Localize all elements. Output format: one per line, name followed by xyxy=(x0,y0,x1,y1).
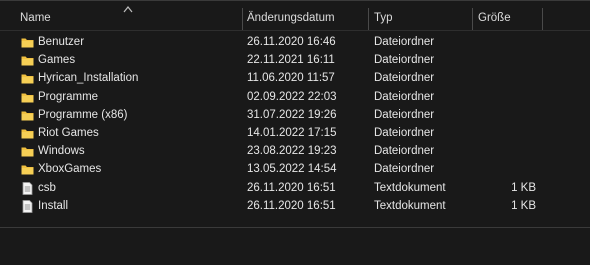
file-date: 26.11.2020 16:51 xyxy=(247,199,336,212)
file-date: 31.07.2022 19:26 xyxy=(247,108,337,121)
file-date: 14.01.2022 17:15 xyxy=(247,126,337,139)
file-type: Dateiordner xyxy=(374,108,435,121)
bottom-border xyxy=(0,227,590,228)
top-border xyxy=(0,0,590,1)
file-name: Games xyxy=(38,54,76,67)
column-divider[interactable] xyxy=(368,8,369,30)
folder-icon xyxy=(21,72,34,85)
file-name: Riot Games xyxy=(38,126,99,139)
file-name: Windows xyxy=(38,145,85,158)
text-document-icon xyxy=(21,181,34,195)
file-row[interactable]: Hyrican_Installation 11.06.2020 11:57 Da… xyxy=(0,70,590,88)
file-row[interactable]: csb 26.11.2020 16:51 Textdokument 1 KB xyxy=(0,180,590,198)
column-header-bar: Name Änderungsdatum Typ Größe xyxy=(0,4,590,31)
file-row[interactable]: Programme 02.09.2022 22:03 Dateiordner xyxy=(0,89,590,107)
file-type: Dateiordner xyxy=(374,36,435,48)
file-row[interactable]: Games 22.11.2021 16:11 Dateiordner xyxy=(0,52,590,70)
column-header-type[interactable]: Typ xyxy=(374,12,393,24)
file-name: Install xyxy=(38,199,69,212)
file-date: 22.11.2021 16:11 xyxy=(247,54,335,67)
folder-icon xyxy=(21,163,34,176)
column-divider[interactable] xyxy=(242,8,243,30)
file-name: Programme xyxy=(38,90,99,103)
file-row[interactable]: Install 26.11.2020 16:51 Textdokument 1 … xyxy=(0,198,590,216)
file-name: Programme (x86) xyxy=(38,108,128,121)
file-row[interactable]: Riot Games 14.01.2022 17:15 Dateiordner xyxy=(0,125,590,143)
column-divider[interactable] xyxy=(472,8,473,30)
file-type: Dateiordner xyxy=(374,163,435,176)
file-name: csb xyxy=(38,181,56,194)
file-date: 13.05.2022 14:54 xyxy=(247,163,337,176)
folder-icon xyxy=(21,91,34,104)
column-header-name[interactable]: Name xyxy=(20,12,51,24)
file-name: Hyrican_Installation xyxy=(38,72,139,85)
text-document-icon xyxy=(21,199,34,213)
file-type: Dateiordner xyxy=(374,54,435,67)
folder-icon xyxy=(21,54,34,67)
file-date: 26.11.2020 16:46 xyxy=(247,36,336,48)
folder-icon xyxy=(21,127,34,140)
file-row[interactable]: XboxGames 13.05.2022 14:54 Dateiordner xyxy=(0,161,590,179)
sort-ascending-icon[interactable] xyxy=(122,5,134,13)
file-name: Benutzer xyxy=(38,36,85,48)
file-type: Dateiordner xyxy=(374,90,435,103)
file-date: 11.06.2020 11:57 xyxy=(247,72,335,85)
file-date: 23.08.2022 19:23 xyxy=(247,145,337,158)
file-type: Dateiordner xyxy=(374,126,435,139)
file-row[interactable]: Benutzer 26.11.2020 16:46 Dateiordner xyxy=(0,34,590,52)
folder-icon xyxy=(21,36,34,49)
folder-icon xyxy=(21,109,34,122)
file-size: 1 KB xyxy=(511,181,536,194)
file-size: 1 KB xyxy=(511,199,536,212)
file-row[interactable]: Windows 23.08.2022 19:23 Dateiordner xyxy=(0,143,590,161)
file-date: 26.11.2020 16:51 xyxy=(247,181,336,194)
column-header-size[interactable]: Größe xyxy=(478,12,511,24)
file-date: 02.09.2022 22:03 xyxy=(247,90,337,103)
file-type: Dateiordner xyxy=(374,72,435,85)
column-header-date[interactable]: Änderungsdatum xyxy=(247,12,335,24)
folder-icon xyxy=(21,145,34,158)
file-type: Textdokument xyxy=(374,199,446,212)
file-row[interactable]: Programme (x86) 31.07.2022 19:26 Dateior… xyxy=(0,107,590,125)
file-type: Dateiordner xyxy=(374,145,435,158)
file-name: XboxGames xyxy=(38,163,102,176)
file-type: Textdokument xyxy=(374,181,446,194)
column-divider[interactable] xyxy=(542,8,543,30)
file-list: Benutzer 26.11.2020 16:46 Dateiordner Ga… xyxy=(0,34,590,216)
